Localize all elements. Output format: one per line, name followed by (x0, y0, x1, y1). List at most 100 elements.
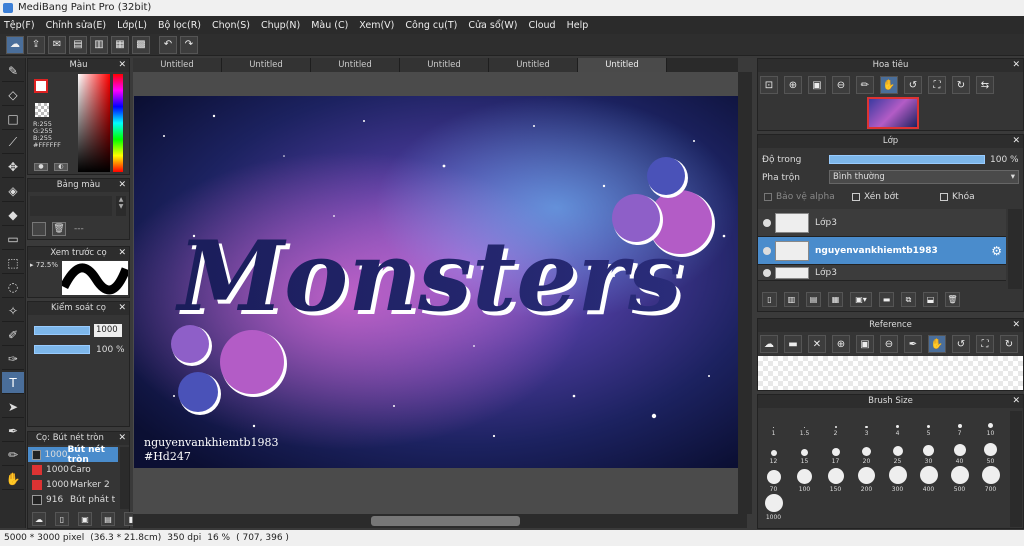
pen-tool-icon[interactable]: ✏ (2, 444, 24, 466)
layer-item[interactable]: nguyenvankhiemtb1983 ⚙ (758, 237, 1006, 265)
brush-size-option[interactable]: 1.5 (789, 409, 820, 437)
close-icon[interactable]: ✕ (808, 335, 826, 353)
brush-tool-icon[interactable]: ✎ (2, 60, 24, 82)
fit-window-icon[interactable]: ⛶ (976, 335, 994, 353)
rotate-right-icon[interactable]: ↻ (1000, 335, 1018, 353)
cloud-brush-icon[interactable]: ☁ (32, 512, 46, 526)
new-palette-icon[interactable] (32, 222, 46, 236)
rotate-left-icon[interactable]: ↺ (952, 335, 970, 353)
brush-size-option[interactable]: 70 (758, 465, 789, 493)
line-tool-icon[interactable]: ⟋ (2, 132, 24, 154)
panel-close-icon[interactable]: ✕ (118, 247, 126, 260)
brush-size-option[interactable]: 1 (758, 409, 789, 437)
brush-size-slider[interactable] (34, 326, 90, 335)
brush-item[interactable]: 1000 Caro (28, 463, 118, 477)
delete-palette-icon[interactable]: 🗑 (52, 222, 66, 236)
brush-size-option[interactable]: 50 (975, 437, 1006, 465)
lock-checkbox[interactable] (940, 193, 948, 201)
panel-close-icon[interactable]: ✕ (118, 432, 126, 445)
brush-size-option[interactable]: 10 (975, 409, 1006, 437)
zoom-actual-icon[interactable]: ▣ (856, 335, 874, 353)
horizontal-scroll-thumb[interactable] (371, 516, 520, 526)
panel-close-icon[interactable]: ✕ (118, 302, 126, 315)
fill-tool-icon[interactable]: ◈ (2, 180, 24, 202)
reference-image-area[interactable] (758, 356, 1023, 390)
text-tool-icon[interactable]: T (2, 372, 24, 394)
protect-alpha-checkbox[interactable] (764, 193, 772, 201)
rotate-right-icon[interactable]: ↻ (952, 76, 970, 94)
zoom-in-icon[interactable]: ⊕ (832, 335, 850, 353)
panel-close-icon[interactable]: ✕ (118, 59, 126, 72)
select-tool-icon[interactable]: ⬚ (2, 252, 24, 274)
menu-layer[interactable]: Lớp(L) (117, 20, 147, 31)
brush-item[interactable]: 1000 Marker 2 (28, 478, 118, 492)
operation-tool-icon[interactable]: ➤ (2, 396, 24, 418)
brush-list-scrollbar[interactable] (120, 447, 129, 509)
menu-color[interactable]: Màu (C) (311, 20, 348, 31)
brush-size-option[interactable]: 4 (882, 409, 913, 437)
cloud-reference-icon[interactable]: ☁ (760, 335, 778, 353)
zoom-in-icon[interactable]: ⊕ (784, 76, 802, 94)
add-layer-menu-icon[interactable]: ▣▾ (850, 292, 872, 307)
eyedropper-icon[interactable]: ✒ (2, 420, 24, 442)
new-1bit-layer-icon[interactable]: ▦ (828, 292, 843, 307)
brush-size-option[interactable]: 150 (820, 465, 851, 493)
brush-size-option[interactable]: 30 (913, 437, 944, 465)
bucket-tool-icon[interactable]: ◆ (2, 204, 24, 226)
duplicate-layer-icon[interactable]: ⧉ (901, 292, 916, 307)
eraser-tool-icon[interactable]: ◇ (2, 84, 24, 106)
menu-edit[interactable]: Chỉnh sửa(E) (46, 20, 107, 31)
eye-icon[interactable] (763, 218, 771, 227)
fit-window-icon[interactable]: ⛶ (928, 76, 946, 94)
brush-size-option[interactable]: 5 (913, 409, 944, 437)
brush-size-option[interactable]: 400 (913, 465, 944, 493)
menu-view[interactable]: Xem(V) (359, 20, 394, 31)
flip-icon[interactable]: ⇆ (976, 76, 994, 94)
eye-icon[interactable] (763, 268, 771, 277)
clipping-checkbox[interactable] (852, 193, 860, 201)
panel-close-icon[interactable]: ✕ (1012, 135, 1020, 148)
brush-size-option[interactable]: 100 (789, 465, 820, 493)
open-reference-icon[interactable]: ▬ (784, 335, 802, 353)
zoom-out-icon[interactable]: ⊖ (832, 76, 850, 94)
brush-size-option[interactable]: 12 (758, 437, 789, 465)
move-tool-icon[interactable]: ✥ (2, 156, 24, 178)
pen-nav-icon[interactable]: ✏ (856, 76, 874, 94)
tab-untitled-6[interactable]: Untitled (578, 58, 667, 72)
rectangle-tool-icon[interactable]: □ (2, 108, 24, 130)
rotate-left-icon[interactable]: ↺ (904, 76, 922, 94)
eye-icon[interactable] (763, 246, 771, 255)
brush-size-option[interactable]: 17 (820, 437, 851, 465)
layer-scrollbar[interactable] (1008, 209, 1022, 289)
brush-item[interactable]: 916 Bút phát t (28, 493, 118, 507)
panel-close-icon[interactable]: ✕ (118, 179, 126, 192)
brush-size-option[interactable]: 20 (851, 437, 882, 465)
brush-size-option[interactable]: 200 (851, 465, 882, 493)
new-layer-icon[interactable]: ▯ (762, 292, 777, 307)
tab-untitled-3[interactable]: Untitled (311, 58, 400, 72)
brush-opacity-slider[interactable] (34, 345, 90, 354)
menu-cloud[interactable]: Cloud (528, 20, 555, 31)
select-eraser-icon[interactable]: ✑ (2, 348, 24, 370)
copy-brush-icon[interactable]: ▤ (101, 512, 115, 526)
delete-layer-icon[interactable]: 🗑 (945, 292, 960, 307)
new-8bit-layer-icon[interactable]: ▤ (806, 292, 821, 307)
menu-file[interactable]: Tệp(F) (4, 20, 35, 31)
artwork-canvas[interactable]: Monsters Monsters nguyenvankhiemtb1983 #… (134, 96, 738, 468)
undo-icon[interactable]: ↶ (159, 35, 177, 54)
menu-tools[interactable]: Công cụ(T) (405, 20, 457, 31)
gradient-tool-icon[interactable]: ▭ (2, 228, 24, 250)
color-add-button[interactable]: ● (34, 163, 48, 171)
new-halftone-layer-icon[interactable]: ▥ (784, 292, 799, 307)
brush-size-option[interactable]: 700 (975, 465, 1006, 493)
canvas-vertical-scrollbar[interactable] (738, 72, 752, 514)
layer-item[interactable]: Lớp3 (758, 265, 1006, 281)
brush-size-option[interactable]: 40 (944, 437, 975, 465)
menu-help[interactable]: Help (567, 20, 589, 31)
tab-untitled-4[interactable]: Untitled (400, 58, 489, 72)
panel-close-icon[interactable]: ✕ (1012, 319, 1020, 332)
select-pen-icon[interactable]: ✐ (2, 324, 24, 346)
hand-nav-icon[interactable]: ✋ (880, 76, 898, 94)
eyedropper-icon[interactable]: ✒ (904, 335, 922, 353)
lasso-tool-icon[interactable]: ◌ (2, 276, 24, 298)
